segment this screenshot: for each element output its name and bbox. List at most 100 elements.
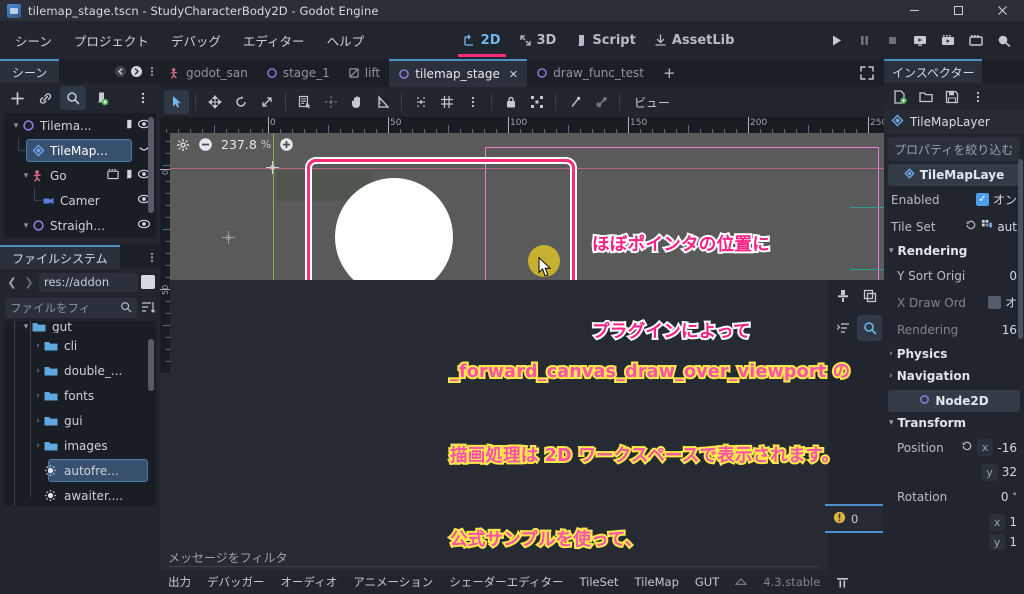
rotate-tool-button[interactable] [228, 90, 253, 114]
menu-debug[interactable]: デバッグ [160, 21, 232, 59]
open-resource-button[interactable] [914, 86, 938, 108]
inspector-section-node2d[interactable]: Node2D [888, 390, 1020, 412]
scene-dock-menu-icon[interactable] [144, 59, 160, 83]
status-audio-button[interactable]: オーディオ [273, 574, 346, 590]
select-tool-button[interactable] [164, 90, 189, 114]
file-row-gui[interactable]: › gui [4, 408, 156, 433]
expand-arrow-icon[interactable]: › [32, 366, 44, 376]
ruler-tool-button[interactable] [370, 90, 395, 114]
list-select-tool-button[interactable] [292, 90, 317, 114]
workspace-2d-button[interactable]: 2D [454, 21, 510, 59]
create-script-button[interactable] [88, 86, 114, 110]
visibility-toggle-icon[interactable] [137, 218, 151, 233]
menu-project[interactable]: プロジェクト [63, 21, 160, 59]
filesystem-tree[interactable]: ▾ gut › cli › double_... › fonts › gui ›… [4, 321, 156, 506]
inspector-category-transform[interactable]: ▾ Transform [884, 412, 1024, 434]
scene-tab-draw-func-test[interactable]: draw_func_test [527, 59, 653, 87]
file-row-double[interactable]: › double_... [4, 358, 156, 383]
scene-node-go[interactable]: ▾ Go [4, 163, 156, 188]
property-enabled[interactable]: Enabled ✓ オン [884, 186, 1024, 213]
play-custom-scene-button[interactable] [906, 21, 934, 59]
scene-history-forward-icon[interactable] [128, 59, 144, 83]
zoom-reset-button[interactable] [176, 138, 190, 152]
zoom-value-label[interactable]: 237.8 [221, 137, 257, 152]
add-node-button[interactable] [4, 86, 30, 110]
scene-history-back-icon[interactable] [112, 59, 128, 83]
save-resource-button[interactable] [940, 86, 964, 108]
expand-arrow-icon[interactable]: ▾ [20, 171, 32, 181]
instance-scene-button[interactable] [32, 86, 58, 110]
move-tool-button[interactable] [202, 90, 227, 114]
close-tab-icon[interactable]: ✕ [509, 68, 518, 81]
property-x-draw-order[interactable]: X Draw Ord オ [884, 289, 1024, 316]
scale-y-value[interactable]: 1 [1009, 535, 1017, 549]
distraction-free-mode-icon[interactable] [850, 59, 884, 87]
expand-arrow-icon[interactable]: ▾ [889, 246, 894, 256]
grid-snap-button[interactable] [434, 90, 459, 114]
play-button[interactable] [822, 21, 850, 59]
expand-arrow-icon[interactable]: ▾ [889, 418, 894, 428]
position-y-value[interactable]: 32 [1002, 465, 1017, 479]
x-draw-order-checkbox[interactable] [987, 296, 1001, 309]
scale-tool-button[interactable] [254, 90, 279, 114]
snap-options-menu-button[interactable] [460, 90, 485, 114]
file-row-cli[interactable]: › cli [4, 333, 156, 358]
search-output-button[interactable] [857, 315, 882, 341]
filesystem-forward-icon[interactable]: ❯ [22, 276, 36, 289]
tab-filesystem[interactable]: ファイルシステム [0, 245, 120, 269]
file-row-images[interactable]: › images [4, 433, 156, 458]
expand-arrow-icon[interactable]: ▾ [20, 221, 32, 231]
inspector-scrollbar[interactable] [1018, 159, 1023, 339]
pan-tool-button[interactable] [344, 90, 369, 114]
lock-tool-button[interactable] [498, 90, 523, 114]
file-row-awaiter[interactable]: awaiter.... [4, 483, 156, 506]
file-row-gut[interactable]: ▾ gut [4, 321, 156, 333]
file-row-autofree[interactable]: autofre... [4, 458, 156, 483]
inspector-menu-button[interactable] [966, 86, 990, 108]
filesystem-toggle-split-icon[interactable] [141, 275, 155, 289]
copy-output-button[interactable] [857, 283, 882, 309]
file-row-fonts[interactable]: › fonts [4, 383, 156, 408]
filesystem-back-icon[interactable]: ❮ [5, 276, 19, 289]
stop-button[interactable] [878, 21, 906, 59]
movie-maker-button[interactable] [962, 21, 990, 59]
menu-editor[interactable]: エディター [232, 21, 316, 59]
filesystem-scrollbar[interactable] [148, 339, 154, 391]
scene-tree[interactable]: ▾ Tilema... TileMap... ▾ Go Camer ▾ Stra… [4, 113, 156, 237]
revert-icon[interactable] [965, 219, 977, 234]
group-tool-button[interactable] [524, 90, 549, 114]
workspace-assetlib-button[interactable]: AssetLib [645, 21, 744, 59]
workspace-script-button[interactable]: Script [565, 21, 644, 59]
property-scale-y[interactable]: y 1 [884, 534, 1024, 550]
inspector-category-navigation[interactable]: › Navigation [884, 365, 1024, 387]
filesystem-path-input[interactable]: res://addon [39, 272, 138, 292]
remote-debug-button[interactable] [990, 21, 1018, 59]
skeleton-tool-button[interactable] [562, 90, 587, 114]
animation-player-icon[interactable] [107, 168, 119, 183]
filesystem-sort-icon[interactable] [141, 300, 156, 317]
inspector-category-physics[interactable]: › Physics [884, 343, 1024, 365]
scene-node-tilemaplayer[interactable]: TileMap... [4, 138, 156, 163]
inspector-section-tilemaplayer[interactable]: TileMapLaye [888, 164, 1020, 186]
scene-tab-tilemap-stage[interactable]: tilemap_stage ✕ [389, 59, 528, 87]
property-position[interactable]: Position x -16 [884, 434, 1024, 461]
scene-tree-scrollbar[interactable] [148, 117, 154, 213]
tab-scene[interactable]: シーン [0, 59, 60, 83]
enabled-checkbox[interactable]: ✓ [975, 193, 989, 206]
output-filter-input[interactable]: メッセージをフィルタ [168, 549, 288, 566]
scene-tab-godot-san[interactable]: godot_san [160, 59, 257, 87]
maximize-button[interactable] [936, 0, 980, 21]
property-scale-x[interactable]: x 1 [884, 510, 1024, 534]
add-scene-tab-button[interactable]: + [653, 59, 686, 87]
menu-scene[interactable]: シーン [4, 21, 63, 59]
tab-inspector[interactable]: インスペクター [884, 59, 983, 83]
scene-node-straight[interactable]: ▾ Straight... [4, 213, 156, 237]
revert-icon[interactable] [961, 440, 973, 455]
status-output-button[interactable]: 出力 [160, 574, 199, 590]
menu-help[interactable]: ヘルプ [316, 21, 376, 59]
view-menu-button[interactable]: ビュー [626, 90, 678, 114]
property-tileset[interactable]: Tile Set aut [884, 213, 1024, 240]
scene-menu-button[interactable] [130, 86, 156, 110]
script-attached-icon[interactable] [123, 119, 134, 133]
property-rotation[interactable]: Rotation 0 ° [884, 483, 1024, 510]
